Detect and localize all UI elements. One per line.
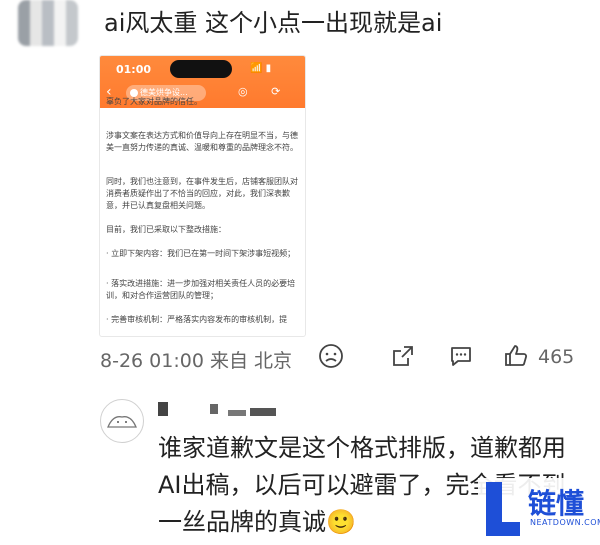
share-icon[interactable] [390, 343, 416, 375]
reply-username [250, 408, 276, 416]
apology-paragraph: 同时，我们也注意到，在事件发生后，店铺客服团队对消费者质疑作出了不恰当的回应，对… [106, 177, 298, 210]
watermark-site: NEATDOWN.COM [530, 518, 600, 527]
apology-paragraph: 目前，我们已采取以下整改措施： [106, 225, 226, 234]
apology-paragraph: 涉事文案在表达方式和价值导向上存在明显不当，与德美一直努力传递的真诚、温暖和尊重… [106, 131, 298, 152]
comment-timestamp: 8-26 01:00 来自 北京 [100, 350, 292, 372]
apology-paragraph: 辜负了大家对品牌的信任。 [106, 97, 202, 106]
thumbs-up-icon[interactable] [503, 343, 529, 375]
status-time: 01:00 [116, 63, 152, 76]
reply-username [210, 404, 218, 414]
watermark-logo-icon [486, 522, 520, 536]
reply-avatar[interactable] [100, 399, 144, 443]
dynamic-island [170, 60, 232, 78]
watermark-brand: 链懂 [528, 487, 585, 520]
apology-paragraph: · 立即下架内容：我们已在第一时间下架涉事短视频； [106, 249, 296, 258]
reply-username[interactable] [158, 402, 168, 416]
avatar[interactable] [18, 0, 78, 46]
status-icons: 📶 ▮ [250, 63, 272, 74]
comment-text: ai风太重 这个小点一出现就是ai [104, 9, 443, 37]
reply-username [228, 410, 246, 416]
comment-icon[interactable] [448, 343, 474, 375]
like-count: 465 [538, 346, 575, 368]
apology-paragraph: · 落实改进措施：进一步加强对相关责任人员的必要培训，和对合作运营团队的管理； [106, 279, 296, 300]
comment-image[interactable]: 01:00 📶 ▮ ‹ 德美烘争设... ◎ ⟳ ⋯ 辜负了大家对品牌的信任。 … [100, 56, 305, 336]
apology-paragraph: · 完善审核机制：严格落实内容发布的审核机制，提 [106, 315, 288, 324]
dislike-face-icon[interactable] [318, 343, 344, 375]
